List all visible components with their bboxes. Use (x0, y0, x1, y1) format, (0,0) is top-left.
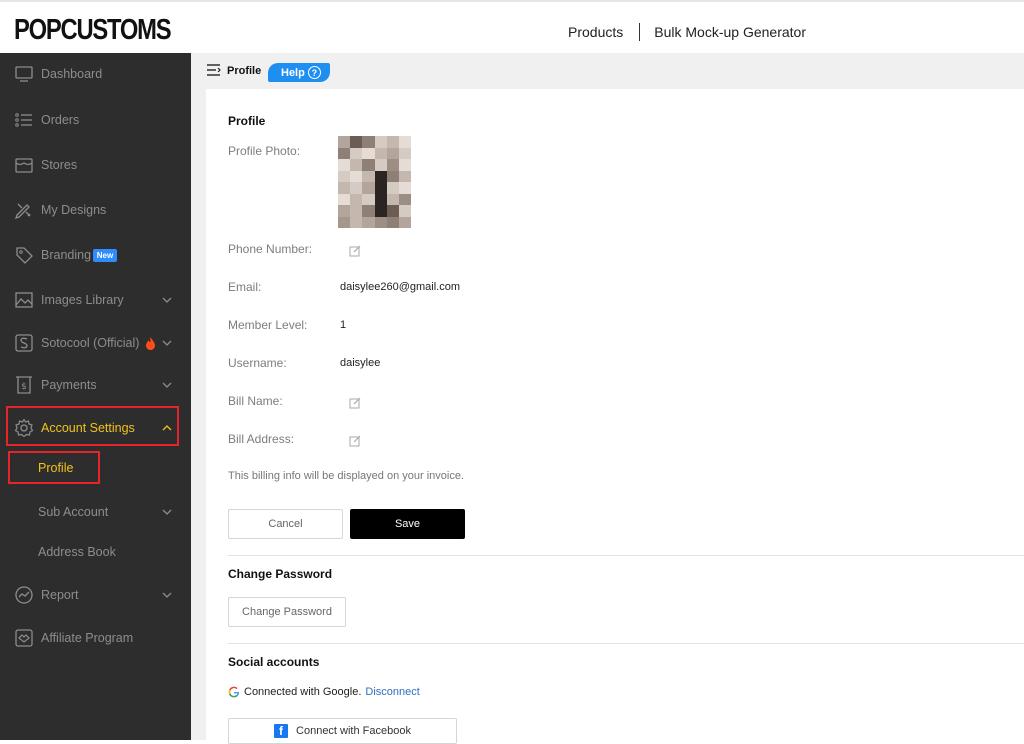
svg-text:$: $ (21, 382, 27, 392)
sidebar-item-payments[interactable]: $ Payments (0, 365, 191, 405)
google-icon (228, 686, 240, 698)
store-icon (14, 155, 34, 175)
google-connection: Connected with Google. Disconnect (228, 686, 420, 698)
facebook-icon: f (274, 724, 289, 738)
fire-icon (146, 336, 155, 350)
edit-icon[interactable] (349, 435, 361, 447)
nav-separator (639, 23, 641, 41)
facebook-button-label: Connect with Facebook (296, 725, 411, 737)
edit-icon[interactable] (349, 397, 361, 409)
sidebar-item-report[interactable]: Report (0, 575, 191, 615)
sidebar-item-my-designs[interactable]: My Designs (0, 190, 191, 230)
chevron-down-icon (162, 509, 172, 515)
sidebar-item-label: Orders (41, 113, 80, 127)
help-label: Help (281, 66, 305, 79)
brand-logo[interactable]: POPCUSTOMS (14, 14, 205, 47)
highlight-box (8, 451, 100, 484)
sidebar-subitem-label: Address Book (38, 545, 116, 559)
sidebar-item-label: Dashboard (41, 67, 103, 81)
chevron-down-icon (162, 382, 172, 388)
receipt-icon: $ (14, 375, 34, 395)
nav-generator-link[interactable]: Bulk Mock-up Generator (654, 24, 806, 40)
menu-fold-icon[interactable] (207, 64, 221, 76)
phone-label: Phone Number: (228, 242, 313, 256)
new-badge: New (93, 248, 117, 262)
sidebar-item-dashboard[interactable]: Dashboard (0, 54, 191, 94)
bill-address-label: Bill Address: (228, 432, 295, 446)
breadcrumb: Profile Help ? (191, 53, 1024, 89)
sidebar-item-stores[interactable]: Stores (0, 145, 191, 185)
sidebar-item-label: Sotocool (Official) (41, 336, 140, 350)
member-level-value: 1 (340, 319, 347, 331)
sidebar-subitem-address-book[interactable]: Address Book (0, 534, 191, 570)
change-password-heading: Change Password (228, 567, 333, 581)
nav-products-link[interactable]: Products (568, 24, 623, 40)
design-tools-icon (14, 200, 34, 220)
google-connected-text: Connected with Google. (244, 686, 362, 698)
sotocool-icon (14, 333, 34, 353)
image-icon (14, 290, 34, 310)
sidebar-item-images-library[interactable]: Images Library (0, 280, 191, 320)
sidebar-item-label: Payments (41, 378, 97, 392)
social-accounts-heading: Social accounts (228, 655, 320, 669)
chevron-down-icon (162, 297, 172, 303)
username-label: Username: (228, 356, 287, 370)
disconnect-link[interactable]: Disconnect (365, 686, 419, 698)
sidebar-item-affiliate-program[interactable]: Affiliate Program (0, 618, 191, 658)
tag-icon (14, 245, 34, 265)
billing-note: This billing info will be displayed on y… (228, 470, 465, 482)
bill-name-label: Bill Name: (228, 394, 283, 408)
sidebar-item-sotocool[interactable]: Sotocool (Official) (0, 323, 191, 363)
monitor-icon (14, 64, 34, 84)
sidebar-item-orders[interactable]: Orders (0, 100, 191, 140)
save-button[interactable]: Save (350, 509, 465, 539)
content-gutter (191, 89, 206, 740)
question-icon: ? (307, 66, 321, 79)
sidebar-item-label: Branding (41, 248, 92, 262)
sidebar-item-branding[interactable]: Branding New (0, 235, 191, 275)
chevron-down-icon (162, 592, 172, 598)
breadcrumb-title: Profile (227, 65, 262, 77)
sidebar-item-label: Affiliate Program (41, 631, 134, 645)
change-password-button[interactable]: Change Password (228, 597, 346, 627)
email-label: Email: (228, 280, 262, 294)
top-nav: Products Bulk Mock-up Generator (568, 23, 806, 41)
profile-photo[interactable] (338, 136, 411, 228)
profile-heading: Profile (228, 114, 266, 128)
profile-photo-label: Profile Photo: (228, 144, 301, 158)
sidebar-item-label: Report (41, 588, 79, 602)
chevron-down-icon (162, 340, 172, 346)
highlight-box (6, 406, 179, 446)
sidebar-item-label: Stores (41, 158, 78, 172)
email-value: daisylee260@gmail.com (340, 281, 461, 293)
member-level-label: Member Level: (228, 318, 308, 332)
brand-name: POPCUSTOMS (14, 14, 172, 46)
edit-icon[interactable] (349, 245, 361, 257)
sidebar-subitem-sub-account[interactable]: Sub Account (0, 494, 191, 530)
sidebar-subitem-label: Sub Account (38, 505, 109, 519)
cancel-button[interactable]: Cancel (228, 509, 343, 539)
trend-icon (14, 585, 34, 605)
sidebar: Dashboard Orders Stores My Designs Brand… (0, 53, 191, 740)
username-value: daisylee (340, 357, 381, 369)
section-divider (228, 555, 1024, 556)
help-button[interactable]: Help ? (268, 63, 330, 82)
sidebar-item-label: My Designs (41, 203, 107, 217)
list-icon (14, 110, 34, 130)
top-bar: POPCUSTOMS Products Bulk Mock-up Generat… (0, 0, 1024, 53)
section-divider (228, 643, 1024, 644)
handshake-icon (14, 628, 34, 648)
sidebar-item-label: Images Library (41, 293, 124, 307)
connect-facebook-button[interactable]: f Connect with Facebook (228, 718, 457, 744)
